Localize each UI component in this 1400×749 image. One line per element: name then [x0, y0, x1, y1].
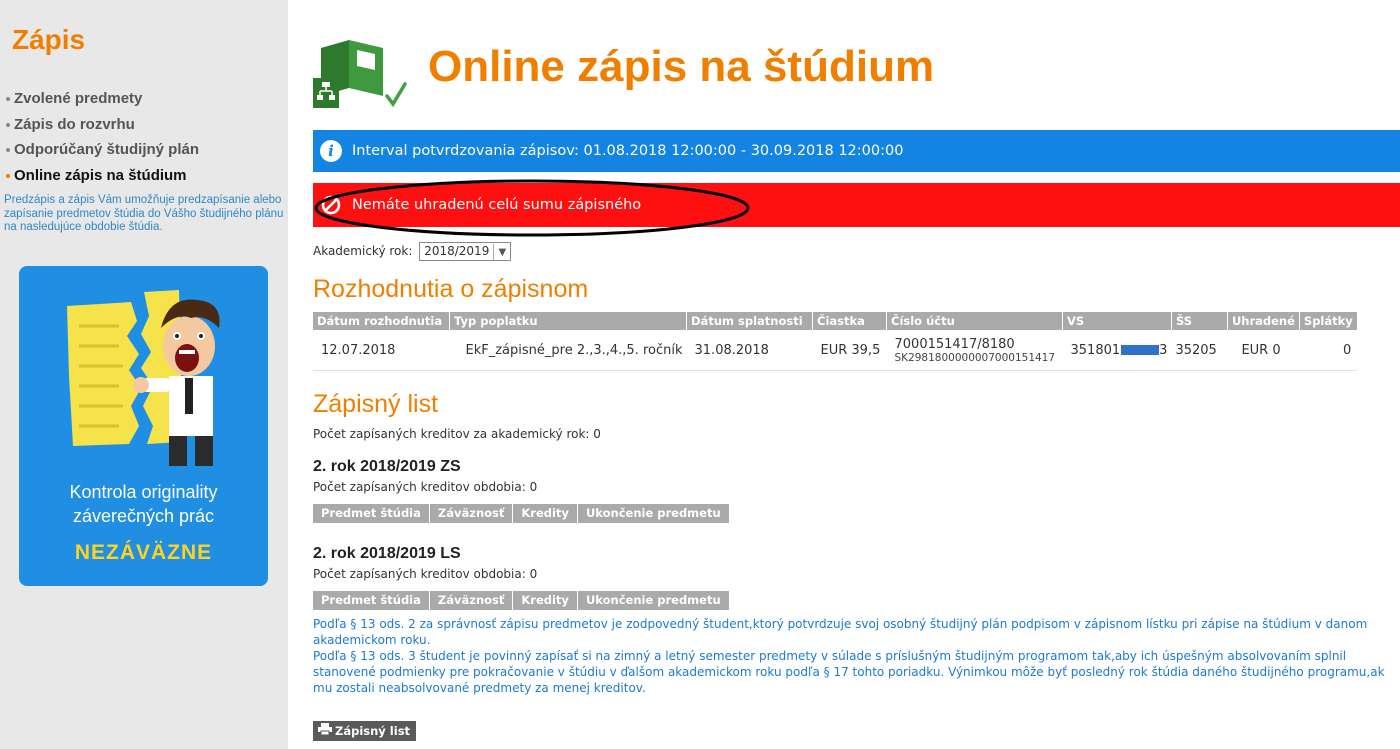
- academic-year-row: Akademický rok: 2018/2019 ▼: [313, 242, 512, 261]
- sidebar-title: Zápis: [12, 24, 86, 55]
- iban: SK2981800000007000151417: [894, 351, 1056, 364]
- sidebar-item-label: Online zápis na štúdium: [14, 166, 187, 184]
- vs-cell: 351801 3: [1062, 330, 1172, 371]
- ss-value: 35205: [1171, 330, 1228, 371]
- table-header-row: Dátum rozhodnutia Typ poplatku Dátum spl…: [313, 312, 1358, 330]
- decisions-table: Dátum rozhodnutia Typ poplatku Dátum spl…: [313, 312, 1358, 371]
- column-header: Ukončenie predmetu: [577, 504, 730, 523]
- column-header: Uhradené: [1227, 312, 1300, 330]
- column-header: Záväznosť: [429, 504, 514, 523]
- due-date: 31.08.2018: [686, 330, 813, 371]
- semester-credits: Počet zapísaných kreditov obdobia: 0: [313, 567, 538, 581]
- column-header: Splátky: [1299, 312, 1358, 330]
- printer-icon: [318, 723, 332, 735]
- promo-banner[interactable]: Kontrola originality záverečných prác NE…: [19, 266, 268, 586]
- info-message: Interval potvrdzovania zápisov: 01.08.20…: [352, 143, 904, 159]
- column-header: Kredity: [513, 504, 578, 523]
- promo-line-1: Kontrola originality: [69, 482, 218, 502]
- vs-value: 351801: [1070, 342, 1121, 358]
- bullet-icon: [6, 122, 10, 127]
- sidebar-nav: Zvolené predmety Zápis do rozvrhu Odporú…: [0, 86, 288, 188]
- regulation-note: Podľa § 13 ods. 3 študent je povinný zap…: [313, 649, 1385, 695]
- sidebar-item-online-zapis[interactable]: Online zápis na štúdium: [0, 163, 288, 189]
- decision-date: 12.07.2018: [313, 330, 450, 371]
- bullet-icon: [6, 97, 10, 102]
- promo-cta: NEZÁVÄZNE: [74, 541, 213, 564]
- account-number: 7000151417/8180: [894, 336, 1015, 352]
- column-header: Predmet štúdia: [313, 504, 430, 523]
- screaming-man-illustration: [67, 290, 220, 466]
- academic-year-value: 2018/2019: [424, 244, 490, 258]
- sidebar-item-label: Zápis do rozvrhu: [14, 115, 135, 133]
- column-header: Záväznosť: [429, 591, 514, 610]
- column-header: Typ poplatku: [449, 312, 688, 330]
- sidebar-item-zapis-do-rozvrhu[interactable]: Zápis do rozvrhu: [0, 112, 288, 138]
- column-header: Čiastka: [812, 312, 888, 330]
- column-header: Dátum rozhodnutia: [313, 312, 450, 330]
- amount: EUR 39,5: [812, 330, 887, 371]
- regulation-notes: Podľa § 13 ods. 2 za správnosť zápisu pr…: [313, 616, 1400, 696]
- sidebar-description: Predzápis a zápis Vám umožňuje predzapís…: [4, 194, 284, 233]
- sidebar: Zápis Zvolené predmety Zápis do rozvrhu …: [0, 0, 288, 749]
- academic-year-label: Akademický rok:: [313, 244, 413, 258]
- column-header: VS: [1062, 312, 1172, 330]
- semester-credits: Počet zapísaných kreditov obdobia: 0: [313, 480, 538, 494]
- column-header: ŠS: [1171, 312, 1228, 330]
- info-banner: i Interval potvrdzovania zápisov: 01.08.…: [313, 130, 1400, 172]
- paid-value: EUR 0: [1227, 330, 1300, 371]
- enrollment-book-icon: [313, 40, 407, 108]
- highlight-ellipse: [314, 179, 750, 237]
- table-row: 12.07.2018 EkF_zápisné_pre 2.,3.,4.,5. r…: [313, 330, 1358, 371]
- promo-line-2: záverečných prác: [72, 506, 215, 526]
- academic-year-select[interactable]: 2018/2019 ▼: [419, 242, 512, 261]
- sidebar-item-odporucany-plan[interactable]: Odporúčaný študijný plán: [0, 137, 288, 163]
- fee-type: EkF_zápisné_pre 2.,3.,4.,5. ročník: [449, 330, 687, 371]
- sidebar-item-label: Odporúčaný študijný plán: [14, 141, 200, 158]
- page-title: Online zápis na štúdium: [428, 42, 935, 91]
- semester-heading: 2. rok 2018/2019 ZS: [313, 458, 461, 475]
- column-header: Ukončenie predmetu: [577, 591, 730, 610]
- column-header: Predmet štúdia: [313, 591, 430, 610]
- chevron-down-icon: ▼: [493, 244, 510, 261]
- info-icon: i: [320, 140, 342, 162]
- redaction-mark: [1121, 345, 1160, 355]
- print-button-label: Zápisný list: [335, 724, 411, 738]
- installments-value: 0: [1299, 330, 1358, 371]
- vs-suffix: 3: [1159, 342, 1168, 358]
- semester-heading: 2. rok 2018/2019 LS: [313, 545, 461, 562]
- enrollment-title: Zápisný list: [313, 390, 439, 418]
- regulation-note: Podľa § 13 ods. 2 za správnosť zápisu pr…: [313, 617, 1368, 647]
- semester-table-header: Predmet štúdia Záväznosť Kredity Ukončen…: [313, 504, 730, 523]
- column-header: Číslo účtu: [886, 312, 1064, 330]
- bullet-icon: [6, 173, 10, 178]
- sidebar-item-label: Zvolené predmety: [14, 90, 143, 107]
- column-header: Dátum splatnosti: [686, 312, 814, 330]
- semester-table-header: Predmet štúdia Záväznosť Kredity Ukončen…: [313, 591, 730, 610]
- bullet-icon: [6, 148, 10, 153]
- account-cell: 7000151417/8180 SK2981800000007000151417: [886, 330, 1063, 371]
- credits-year: Počet zapísaných kreditov za akademický …: [313, 427, 601, 441]
- print-enrollment-button[interactable]: Zápisný list: [313, 721, 417, 741]
- decisions-title: Rozhodnutia o zápisnom: [313, 275, 589, 303]
- sidebar-item-zvolene-predmety[interactable]: Zvolené predmety: [0, 86, 288, 112]
- column-header: Kredity: [513, 591, 578, 610]
- main-content: Online zápis na štúdium i Interval potvr…: [313, 0, 1400, 749]
